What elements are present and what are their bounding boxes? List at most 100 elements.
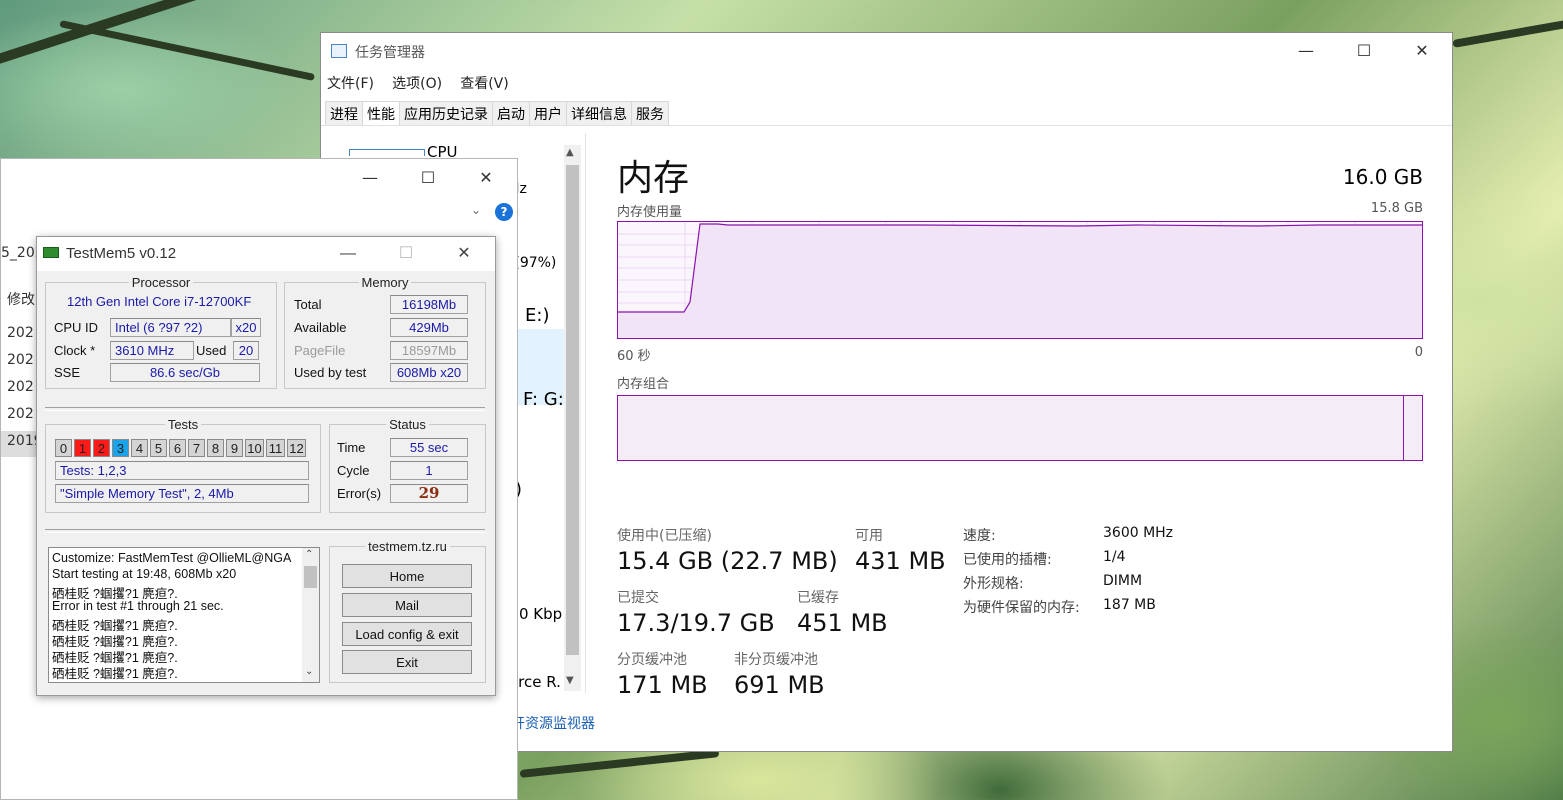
home-button[interactable]: Home: [342, 564, 472, 588]
memory-legend: Memory: [361, 275, 409, 290]
pagefile-label: PageFile: [294, 343, 346, 358]
test-cell-10[interactable]: 10: [245, 439, 264, 457]
used-by-test-value: 608Mb x20: [390, 363, 468, 382]
window-title: 任务管理器: [355, 45, 425, 61]
spec-reserved-label: 为硬件保留的内存:: [963, 600, 1080, 616]
cpu-threads: x20: [231, 318, 261, 337]
test-cell-7[interactable]: 7: [188, 439, 205, 457]
stat-committed: 已提交 17.3/19.7 GB: [617, 587, 775, 637]
menu-view[interactable]: 查看(V): [460, 73, 509, 93]
log-line: 硒桂贬 ?蝈攫?1 麂疸?.: [52, 667, 178, 681]
tab-processes[interactable]: 进程: [325, 101, 363, 125]
cpu-mini-graph: [349, 149, 425, 156]
help-icon[interactable]: ?: [495, 203, 513, 221]
title-bar: 任务管理器 — ☐ ✕: [321, 33, 1452, 69]
stat-nonpaged-value: 691 MB: [734, 671, 825, 699]
test-cell-2[interactable]: 2: [93, 439, 110, 457]
tab-performance[interactable]: 性能: [362, 101, 400, 125]
used-label: Used: [196, 343, 227, 358]
stat-cached: 已缓存 451 MB: [797, 587, 888, 637]
test-cell-4[interactable]: 4: [131, 439, 148, 457]
bg-list-item[interactable]: 202: [7, 379, 34, 395]
resource-monitor-link[interactable]: 开资源监视器: [511, 713, 595, 733]
bg-close-button[interactable]: ✕: [457, 159, 515, 197]
graph-time-left: 60 秒: [617, 349, 651, 364]
cycle-label: Cycle: [337, 463, 370, 478]
testmem-maximize-button: ☐: [398, 245, 414, 262]
stat-available: 可用 431 MB: [855, 525, 946, 575]
resource-item-disk-e[interactable]: E:): [525, 305, 549, 326]
memory-composition-bar: [617, 395, 1423, 461]
tab-details[interactable]: 详细信息: [566, 101, 632, 125]
testmem-minimize-button[interactable]: —: [319, 237, 377, 271]
test-cell-9[interactable]: 9: [226, 439, 243, 457]
test-cell-3[interactable]: 3: [112, 439, 129, 457]
current-test: "Simple Memory Test", 2, 4Mb: [55, 484, 309, 503]
scrollbar-thumb[interactable]: [566, 165, 579, 655]
tab-users[interactable]: 用户: [529, 101, 567, 125]
sse-label: SSE: [54, 365, 81, 380]
time-value: 55 sec: [390, 438, 468, 457]
menu-options[interactable]: 选项(O): [392, 73, 442, 93]
stat-paged-pool: 分页缓冲池 171 MB: [617, 649, 708, 699]
test-cell-0[interactable]: 0: [55, 439, 72, 457]
resource-list-scrollbar[interactable]: ▲ ▼: [564, 145, 581, 691]
errors-value: 29: [390, 484, 468, 503]
log-scrollbar[interactable]: ⌃ ⌄: [302, 548, 319, 682]
processor-legend: Processor: [131, 275, 191, 290]
minimize-button[interactable]: —: [1277, 33, 1335, 69]
close-button[interactable]: ✕: [1393, 33, 1451, 69]
wallpaper-branch: [0, 0, 305, 70]
stat-cached-value: 451 MB: [797, 609, 888, 637]
memory-chip-icon: [43, 247, 59, 258]
bg-maximize-button[interactable]: ☐: [399, 159, 457, 197]
time-label: Time: [337, 440, 366, 455]
stat-available-label: 可用: [855, 528, 883, 544]
log-line: Start testing at 19:48, 608Mb x20: [52, 567, 237, 581]
wallpaper-branch: [519, 749, 720, 778]
tab-services[interactable]: 服务: [631, 101, 669, 125]
mail-button[interactable]: Mail: [342, 593, 472, 617]
scroll-up-icon[interactable]: ⌃: [305, 549, 313, 560]
memory-usage-max: 15.8 GB: [1370, 201, 1423, 216]
exit-button[interactable]: Exit: [342, 650, 472, 674]
stat-committed-label: 已提交: [617, 590, 659, 606]
separator: [45, 529, 485, 533]
cpu-id-value: Intel (6 ?97 ?2): [110, 318, 231, 337]
log-line: Error in test #1 through 21 sec.: [52, 599, 224, 613]
bg-item-modified: 修改: [7, 292, 35, 308]
bg-list-item[interactable]: 202: [7, 325, 34, 341]
scroll-down-icon[interactable]: ▼: [566, 675, 574, 686]
bg-list-item[interactable]: 202: [7, 352, 34, 368]
log-textbox[interactable]: Customize: FastMemTest @OllieML@NGA Star…: [48, 547, 320, 683]
maximize-button[interactable]: ☐: [1335, 33, 1393, 69]
load-config-exit-button[interactable]: Load config & exit: [342, 622, 472, 646]
stat-paged-value: 171 MB: [617, 671, 708, 699]
log-scrollbar-thumb[interactable]: [304, 566, 317, 588]
used-value: 20: [233, 341, 259, 360]
test-cells: 0 1 2 3 4 5 6 7 8 9 10 11 12: [55, 439, 315, 457]
scroll-up-icon[interactable]: ▲: [566, 147, 574, 158]
bg-minimize-button[interactable]: —: [341, 159, 399, 197]
tab-app-history[interactable]: 应用历史记录: [399, 101, 493, 125]
scroll-down-icon[interactable]: ⌄: [305, 666, 313, 677]
wallpaper-branch: [59, 20, 316, 81]
spec-slots-value: 1/4: [1103, 549, 1126, 565]
test-cell-11[interactable]: 11: [266, 439, 285, 457]
test-cell-12[interactable]: 12: [287, 439, 306, 457]
test-cell-1[interactable]: 1: [74, 439, 91, 457]
memory-composition-label: 内存组合: [617, 377, 670, 392]
total-label: Total: [294, 297, 322, 312]
testmem-close-button[interactable]: ✕: [435, 237, 493, 271]
test-cell-8[interactable]: 8: [207, 439, 224, 457]
spec-slots-label: 已使用的插槽:: [963, 552, 1052, 568]
test-cell-6[interactable]: 6: [169, 439, 186, 457]
test-cell-5[interactable]: 5: [150, 439, 167, 457]
resource-item-disk-fg[interactable]: F: G:: [523, 389, 564, 410]
menu-file[interactable]: 文件(F): [327, 73, 374, 93]
errors-label: Error(s): [337, 486, 382, 501]
bg-list-item[interactable]: 202: [7, 406, 34, 422]
tab-startup[interactable]: 启动: [492, 101, 530, 125]
resource-item-network[interactable]: 0 Kbp: [519, 605, 562, 623]
chevron-down-icon[interactable]: ⌄: [471, 203, 481, 217]
